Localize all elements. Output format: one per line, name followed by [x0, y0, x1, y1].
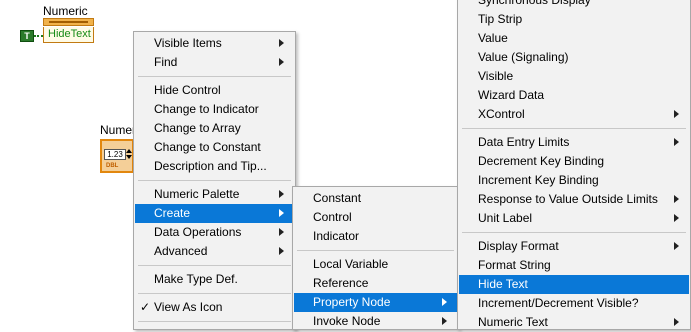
chevron-right-icon [674, 110, 679, 118]
menu-item-value[interactable]: Value [459, 29, 689, 48]
chevron-right-icon [674, 214, 679, 222]
menu-item-hide-text[interactable]: Hide Text [459, 275, 689, 294]
chevron-right-icon [279, 209, 284, 217]
context-menu: Visible Items Find Hide Control Change t… [133, 31, 296, 330]
menu-item-xcontrol[interactable]: XControl [459, 105, 689, 124]
menu-item-local-variable[interactable]: Local Variable [294, 255, 457, 274]
menu-item-value-signaling[interactable]: Value (Signaling) [459, 48, 689, 67]
property-node-hidetext-row[interactable]: HideText [43, 27, 94, 43]
menu-item-visible-items[interactable]: Visible Items [135, 34, 294, 53]
chevron-right-icon [674, 138, 679, 146]
menu-item-reference[interactable]: Reference [294, 274, 457, 293]
menu-item-increment-key-binding[interactable]: Increment Key Binding [459, 171, 689, 190]
boolean-true-constant[interactable]: T [20, 30, 34, 42]
menu-separator [138, 321, 291, 322]
chevron-right-icon [442, 298, 447, 306]
menu-item-constant[interactable]: Constant [294, 189, 457, 208]
menu-separator [462, 128, 686, 129]
menu-item-numeric-palette[interactable]: Numeric Palette [135, 185, 294, 204]
menu-item-format-string[interactable]: Format String [459, 256, 689, 275]
menu-item-display-format[interactable]: Display Format [459, 237, 689, 256]
numeric-control-terminal[interactable]: 1.23 DBL [100, 139, 134, 173]
menu-separator [138, 180, 291, 181]
menu-item-property-node[interactable]: Property Node [294, 293, 457, 312]
menu-item-hide-control[interactable]: Hide Control [135, 81, 294, 100]
menu-item-data-entry-limits[interactable]: Data Entry Limits [459, 133, 689, 152]
chevron-right-icon [279, 58, 284, 66]
menu-item-make-type-def[interactable]: Make Type Def. [135, 270, 294, 289]
property-node-title: Numeric [43, 4, 88, 18]
property-node-submenu: Synchronous Display Tip Strip Value Valu… [457, 0, 691, 330]
menu-item-view-as-icon[interactable]: ✓ View As Icon [135, 298, 294, 317]
menu-item-find[interactable]: Find [135, 53, 294, 72]
property-node-header[interactable] [43, 18, 94, 26]
create-submenu: Constant Control Indicator Local Variabl… [292, 186, 459, 330]
boolean-wire[interactable] [34, 35, 43, 39]
chevron-right-icon [442, 317, 447, 325]
menu-item-change-to-constant[interactable]: Change to Constant [135, 138, 294, 157]
chevron-right-icon [279, 247, 284, 255]
menu-item-create[interactable]: Create [135, 204, 294, 223]
menu-item-indicator[interactable]: Indicator [294, 227, 457, 246]
menu-separator [138, 265, 291, 266]
menu-item-decrement-key-binding[interactable]: Decrement Key Binding [459, 152, 689, 171]
numeric-digital-display: 1.23 [104, 149, 126, 160]
menu-item-description-and-tip[interactable]: Description and Tip... [135, 157, 294, 176]
chevron-right-icon [279, 39, 284, 47]
menu-item-increment-decrement-visible[interactable]: Increment/Decrement Visible? [459, 294, 689, 313]
menu-item-visible[interactable]: Visible [459, 67, 689, 86]
menu-item-response-outside-limits[interactable]: Response to Value Outside Limits [459, 190, 689, 209]
menu-item-synchronous-display[interactable]: Synchronous Display [459, 0, 689, 10]
menu-item-wizard-data[interactable]: Wizard Data [459, 86, 689, 105]
numeric-control-title: Numeric [100, 123, 133, 137]
menu-item-advanced[interactable]: Advanced [135, 242, 294, 261]
menu-item-unit-label[interactable]: Unit Label [459, 209, 689, 228]
checkmark-icon: ✓ [140, 300, 151, 314]
menu-item-tip-strip[interactable]: Tip Strip [459, 10, 689, 29]
menu-item-control[interactable]: Control [294, 208, 457, 227]
menu-item-change-to-indicator[interactable]: Change to Indicator [135, 100, 294, 119]
menu-separator [138, 76, 291, 77]
menu-separator [297, 250, 454, 251]
dbl-type-badge: DBL [106, 163, 119, 169]
chevron-right-icon [674, 195, 679, 203]
menu-separator [138, 293, 291, 294]
menu-separator [462, 232, 686, 233]
menu-item-change-to-array[interactable]: Change to Array [135, 119, 294, 138]
chevron-right-icon [279, 228, 284, 236]
menu-item-data-operations[interactable]: Data Operations [135, 223, 294, 242]
increment-decrement-icon [126, 149, 132, 160]
chevron-right-icon [674, 242, 679, 250]
menu-item-invoke-node[interactable]: Invoke Node [294, 312, 457, 331]
chevron-right-icon [279, 190, 284, 198]
chevron-right-icon [674, 318, 679, 326]
menu-item-numeric-text[interactable]: Numeric Text [459, 313, 689, 332]
